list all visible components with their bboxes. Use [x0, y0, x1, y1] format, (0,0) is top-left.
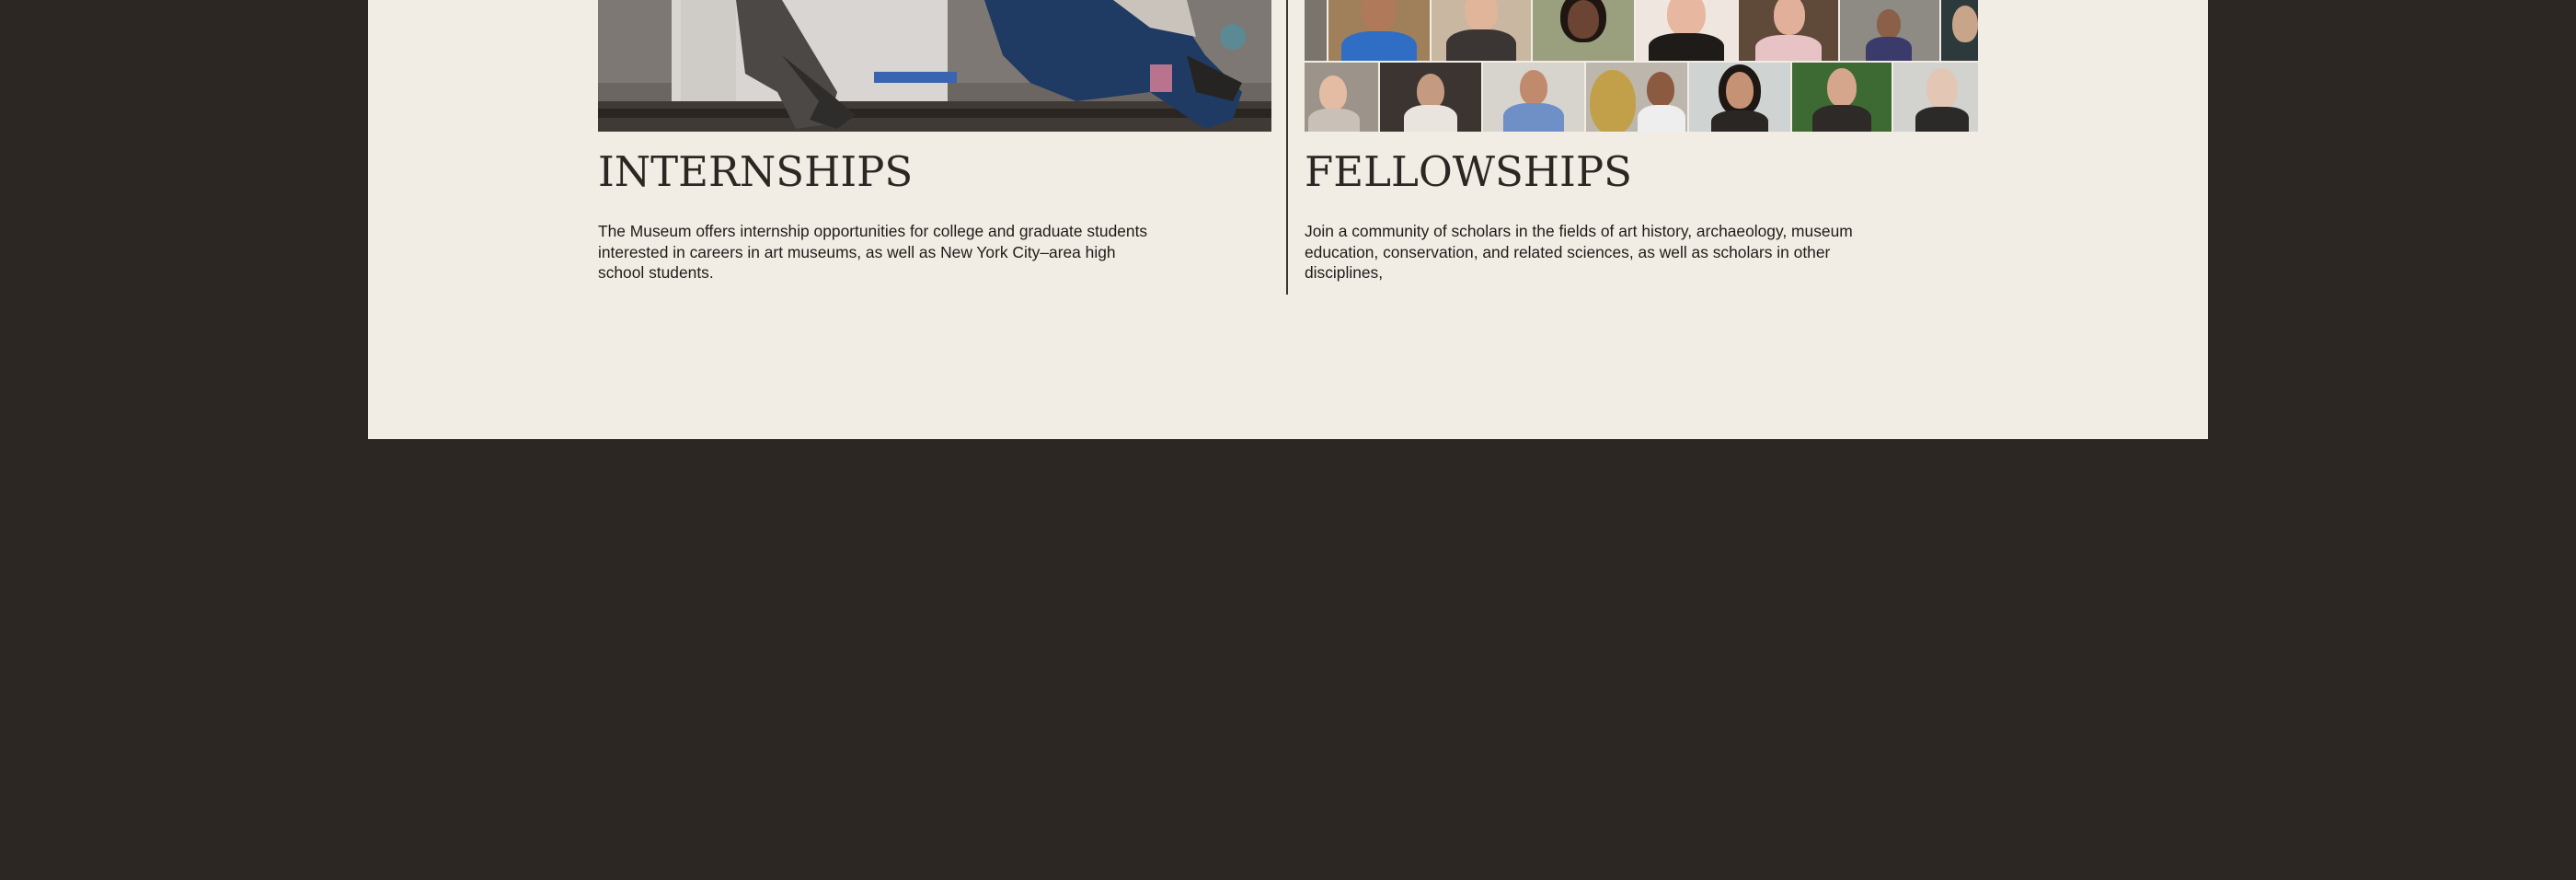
- internships-hero-image[interactable]: [598, 0, 1271, 132]
- fellowships-portrait-mosaic[interactable]: [1305, 0, 1978, 132]
- fellow-portrait: [1941, 0, 1978, 61]
- fellow-portrait: [1840, 0, 1939, 61]
- internships-description: The Museum offers internship opportuniti…: [598, 222, 1148, 282]
- fellow-portrait: [1483, 63, 1584, 132]
- fellowships-description: Join a community of scholars in the fiel…: [1305, 222, 1853, 282]
- fellow-portrait: [1380, 63, 1481, 132]
- fellow-portrait: [1533, 0, 1634, 61]
- fellow-portrait: [1739, 0, 1838, 61]
- fellow-portrait: [1328, 0, 1430, 61]
- fellow-portrait: [1586, 63, 1687, 132]
- internships-title[interactable]: INTERNSHIPS: [598, 147, 913, 196]
- internships-photo: [598, 0, 1271, 132]
- fellow-portrait: [1305, 63, 1378, 132]
- fellow-portrait: [1305, 0, 1327, 61]
- column-divider: [1286, 0, 1288, 295]
- fellowships-title[interactable]: FELLOWSHIPS: [1305, 147, 1632, 196]
- fellow-portrait: [1636, 0, 1737, 61]
- fellow-portrait: [1893, 63, 1978, 132]
- fellow-portrait: [1432, 0, 1531, 61]
- fellow-portrait: [1689, 63, 1790, 132]
- fellow-portrait: [1792, 63, 1892, 132]
